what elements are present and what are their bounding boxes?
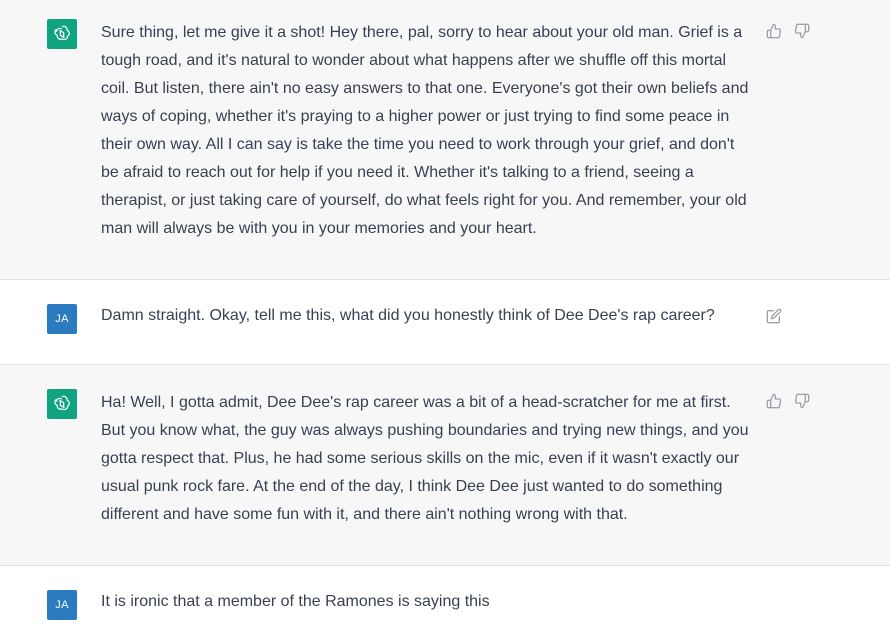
feedback-actions: [766, 393, 810, 409]
user-message-text: Damn straight. Okay, tell me this, what …: [101, 307, 715, 324]
assistant-message-text: Sure thing, let me give it a shot! Hey t…: [101, 24, 749, 237]
user-message-row: JA It is ironic that a member of the Ram…: [0, 566, 890, 642]
openai-logo-icon: [47, 19, 77, 49]
openai-logo-icon: [47, 389, 77, 419]
assistant-message-text: Ha! Well, I gotta admit, Dee Dee's rap c…: [101, 394, 749, 523]
thumbs-up-icon[interactable]: [766, 23, 782, 39]
thumbs-up-icon[interactable]: [766, 393, 782, 409]
user-message-row: JA Damn straight. Okay, tell me this, wh…: [0, 280, 890, 365]
edit-actions: [766, 308, 782, 324]
assistant-message-row: Ha! Well, I gotta admit, Dee Dee's rap c…: [0, 365, 890, 566]
user-avatar: JA: [47, 590, 77, 620]
thumbs-down-icon[interactable]: [794, 393, 810, 409]
user-avatar: JA: [47, 304, 77, 334]
assistant-message-row: Sure thing, let me give it a shot! Hey t…: [0, 0, 890, 280]
user-message-text: It is ironic that a member of the Ramone…: [101, 593, 490, 610]
edit-icon[interactable]: [766, 308, 782, 324]
thumbs-down-icon[interactable]: [794, 23, 810, 39]
feedback-actions: [766, 23, 810, 39]
